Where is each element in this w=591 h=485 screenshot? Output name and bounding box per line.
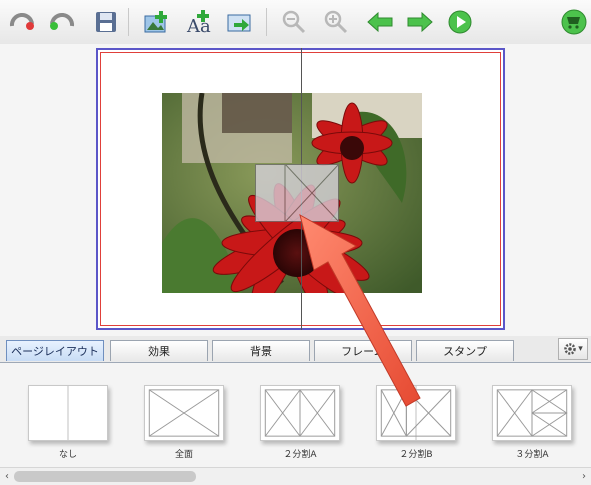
scroll-right-icon[interactable]: › — [577, 469, 591, 484]
toolbar-separator — [266, 8, 267, 36]
zoom-in-button[interactable] — [320, 6, 352, 38]
add-text-button[interactable]: Aa — [182, 6, 214, 38]
toolbar-separator — [128, 8, 129, 36]
save-button[interactable] — [90, 6, 122, 38]
add-image-button[interactable] — [224, 6, 256, 38]
undo-button[interactable] — [6, 6, 38, 38]
layout-label: なし — [58, 450, 77, 460]
save-icon — [96, 12, 116, 32]
layout-thumbnail — [376, 385, 456, 441]
tab-frame[interactable]: フレーム — [314, 340, 412, 361]
cart-button[interactable] — [558, 6, 590, 38]
layout-label: ２分割B — [399, 450, 433, 460]
layout-thumbnail — [144, 385, 224, 441]
add-photo-icon — [144, 11, 167, 33]
layout-thumbnail — [260, 385, 340, 441]
zoom-out-icon — [282, 10, 306, 34]
chevron-down-icon: ▾ — [578, 344, 583, 354]
cart-icon — [561, 9, 587, 35]
play-icon — [448, 10, 472, 34]
zoom-in-icon — [324, 10, 348, 34]
redo-icon — [50, 13, 75, 30]
tab-page-layout[interactable]: ページレイアウト — [6, 340, 104, 361]
tab-effects[interactable]: 効果 — [110, 340, 208, 361]
forward-arrow-icon — [407, 11, 433, 33]
layout-option-full[interactable]: 全面 — [144, 385, 224, 462]
layout-option-none[interactable]: なし — [28, 385, 108, 462]
layout-label: 全面 — [174, 450, 193, 460]
horizontal-scrollbar[interactable]: ‹ › — [0, 467, 591, 485]
back-arrow-icon — [367, 11, 393, 33]
layout-label: ３分割A — [515, 450, 549, 460]
layout-option-split3a[interactable]: ３分割A — [492, 385, 572, 462]
layout-option-split2a[interactable]: ２分割A — [260, 385, 340, 462]
gear-icon — [564, 343, 576, 355]
back-button[interactable] — [364, 6, 396, 38]
scroll-left-icon[interactable]: ‹ — [0, 469, 14, 484]
layout-panel: なし 全面 ２分割A ２分割B ３分割A — [0, 363, 591, 467]
scrollbar-thumb[interactable] — [14, 471, 196, 482]
add-text-icon: Aa — [186, 10, 211, 35]
tab-stamp[interactable]: スタンプ — [416, 340, 514, 361]
add-image-icon — [227, 14, 251, 32]
redo-button[interactable] — [46, 6, 78, 38]
tab-background[interactable]: 背景 — [212, 340, 310, 361]
layout-thumbnail — [28, 385, 108, 441]
dragged-layout-preview — [255, 164, 339, 222]
layout-option-split2b[interactable]: ２分割B — [376, 385, 456, 462]
toolbar: Aa — [0, 0, 591, 45]
svg-text:Aa: Aa — [186, 16, 211, 35]
add-photo-button[interactable] — [140, 6, 172, 38]
settings-button[interactable]: ▾ — [558, 338, 588, 360]
layout-label: ２分割A — [283, 450, 317, 460]
forward-button[interactable] — [404, 6, 436, 38]
zoom-out-button[interactable] — [278, 6, 310, 38]
undo-icon — [9, 13, 34, 30]
layout-thumbnail — [492, 385, 572, 441]
play-button[interactable] — [444, 6, 476, 38]
